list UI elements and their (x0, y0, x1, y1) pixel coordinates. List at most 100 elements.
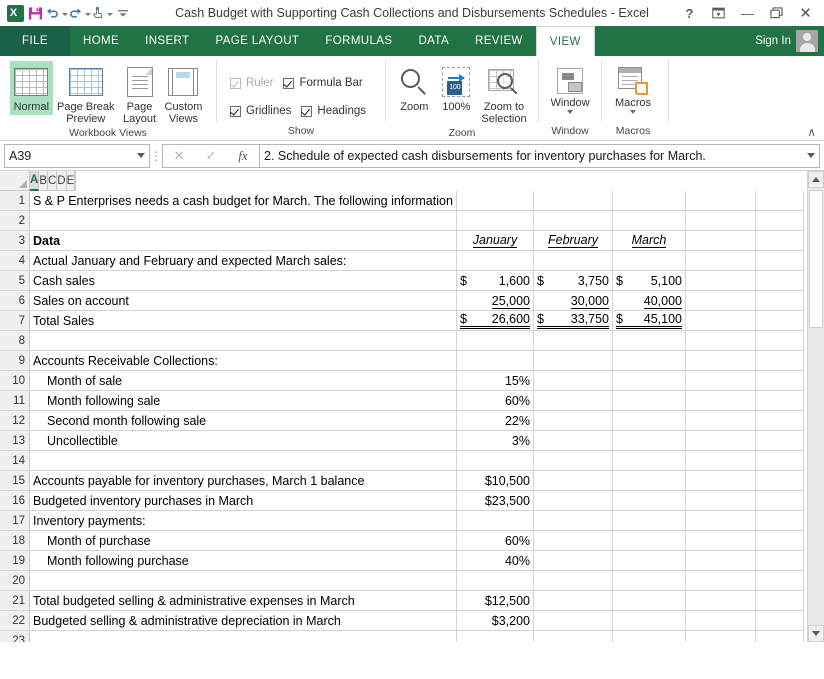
tab-review[interactable]: REVIEW (462, 26, 536, 56)
cell-d18[interactable] (613, 531, 686, 551)
normal-view-button[interactable]: Normal (9, 61, 54, 115)
page-layout-button[interactable]: Page Layout (119, 61, 161, 127)
row-header-15[interactable]: 15 (0, 471, 30, 491)
cell-e9[interactable] (686, 351, 756, 371)
cell-b14[interactable] (457, 451, 534, 471)
cell-f1[interactable] (756, 191, 804, 211)
custom-views-button[interactable]: Custom Views (161, 61, 207, 127)
row-header-10[interactable]: 10 (0, 371, 30, 391)
cell-f7[interactable] (756, 311, 804, 331)
cell-f8[interactable] (756, 331, 804, 351)
cell-c10[interactable] (534, 371, 613, 391)
cell-f11[interactable] (756, 391, 804, 411)
cell-e16[interactable] (686, 491, 756, 511)
cell-b12[interactable]: 22% (457, 411, 534, 431)
zoom-button[interactable]: Zoom (393, 61, 435, 115)
column-header-d[interactable]: D (57, 171, 67, 191)
tab-file[interactable]: FILE (0, 26, 70, 56)
cell-c7[interactable]: $33,750 (534, 311, 613, 331)
minimize-button[interactable]: — (733, 1, 762, 25)
cell-a1[interactable]: S & P Enterprises needs a cash budget fo… (30, 191, 522, 211)
cell-f9[interactable] (756, 351, 804, 371)
cell-b16[interactable]: $23,500 (457, 491, 534, 511)
cell-a11[interactable]: Month following sale (30, 391, 457, 411)
cell-d5[interactable]: $5,100 (613, 271, 686, 291)
cell-e3[interactable] (686, 231, 756, 251)
cell-a13[interactable]: Uncollectible (30, 431, 457, 451)
cell-d19[interactable] (613, 551, 686, 571)
name-box-dropdown-caret-icon[interactable] (137, 153, 145, 158)
cell-e2[interactable] (686, 211, 756, 231)
cell-b22[interactable]: $3,200 (457, 611, 534, 631)
row-header-14[interactable]: 14 (0, 451, 30, 471)
cell-e22[interactable] (686, 611, 756, 631)
cell-a6[interactable]: Sales on account (30, 291, 457, 311)
cell-c9[interactable] (534, 351, 613, 371)
zoom-100-button[interactable]: 100 100% (435, 61, 477, 115)
column-header-blank[interactable] (75, 171, 77, 191)
ruler-checkbox[interactable] (230, 77, 241, 89)
row-header-1[interactable]: 1 (0, 191, 30, 211)
row-header-11[interactable]: 11 (0, 391, 30, 411)
column-header-c[interactable]: C (47, 171, 58, 191)
row-header-9[interactable]: 9 (0, 351, 30, 371)
cell-e18[interactable] (686, 531, 756, 551)
tab-page-layout[interactable]: PAGE LAYOUT (202, 26, 312, 56)
cell-c23[interactable] (534, 631, 613, 642)
cell-c14[interactable] (534, 451, 613, 471)
column-header-a[interactable]: A (30, 171, 40, 191)
cell-f21[interactable] (756, 591, 804, 611)
redo-icon[interactable] (68, 2, 91, 24)
row-header-13[interactable]: 13 (0, 431, 30, 451)
cell-c13[interactable] (534, 431, 613, 451)
ribbon-display-options-button[interactable] (704, 1, 733, 25)
cell-c2[interactable] (534, 211, 613, 231)
cell-d14[interactable] (613, 451, 686, 471)
cell-d22[interactable] (613, 611, 686, 631)
cell-f12[interactable] (756, 411, 804, 431)
cell-b4[interactable] (457, 251, 534, 271)
cell-d10[interactable] (613, 371, 686, 391)
cell-d21[interactable] (613, 591, 686, 611)
cell-e23[interactable] (686, 631, 756, 642)
cell-b20[interactable] (457, 571, 534, 591)
formula-input[interactable]: 2. Schedule of expected cash disbursemen… (259, 143, 820, 168)
cell-d7[interactable]: $45,100 (613, 311, 686, 331)
cell-a14[interactable] (30, 451, 457, 471)
cell-c18[interactable] (534, 531, 613, 551)
cell-a22[interactable]: Budgeted selling & administrative deprec… (30, 611, 457, 631)
tab-view[interactable]: VIEW (535, 26, 595, 56)
tab-insert[interactable]: INSERT (132, 26, 202, 56)
cell-b21[interactable]: $12,500 (457, 591, 534, 611)
close-button[interactable]: ✕ (791, 1, 820, 25)
cell-b1[interactable] (457, 191, 534, 211)
gridlines-checkbox-item[interactable]: Gridlines (228, 105, 299, 117)
customize-quick-access-icon[interactable] (113, 2, 133, 24)
cell-f23[interactable] (756, 631, 804, 642)
row-header-7[interactable]: 7 (0, 311, 30, 331)
cell-b17[interactable] (457, 511, 534, 531)
row-header-22[interactable]: 22 (0, 611, 30, 631)
scrollbar-track[interactable] (808, 188, 824, 625)
scroll-down-button[interactable] (808, 625, 824, 642)
cell-e13[interactable] (686, 431, 756, 451)
cell-a16[interactable]: Budgeted inventory purchases in March (30, 491, 457, 511)
cell-f10[interactable] (756, 371, 804, 391)
formula-bar-grip[interactable]: ⋮ (150, 149, 162, 163)
cell-d8[interactable] (613, 331, 686, 351)
cell-b23[interactable] (457, 631, 534, 642)
headings-checkbox[interactable] (301, 105, 313, 117)
cell-e19[interactable] (686, 551, 756, 571)
cell-f20[interactable] (756, 571, 804, 591)
cell-e10[interactable] (686, 371, 756, 391)
row-header-17[interactable]: 17 (0, 511, 30, 531)
cell-e11[interactable] (686, 391, 756, 411)
vertical-scrollbar[interactable] (807, 171, 824, 642)
cell-a17[interactable]: Inventory payments: (30, 511, 457, 531)
cell-b11[interactable]: 60% (457, 391, 534, 411)
cell-c22[interactable] (534, 611, 613, 631)
cell-f5[interactable] (756, 271, 804, 291)
macros-button[interactable]: Macros (611, 63, 655, 116)
cell-f4[interactable] (756, 251, 804, 271)
headings-checkbox-item[interactable]: Headings (299, 105, 374, 117)
